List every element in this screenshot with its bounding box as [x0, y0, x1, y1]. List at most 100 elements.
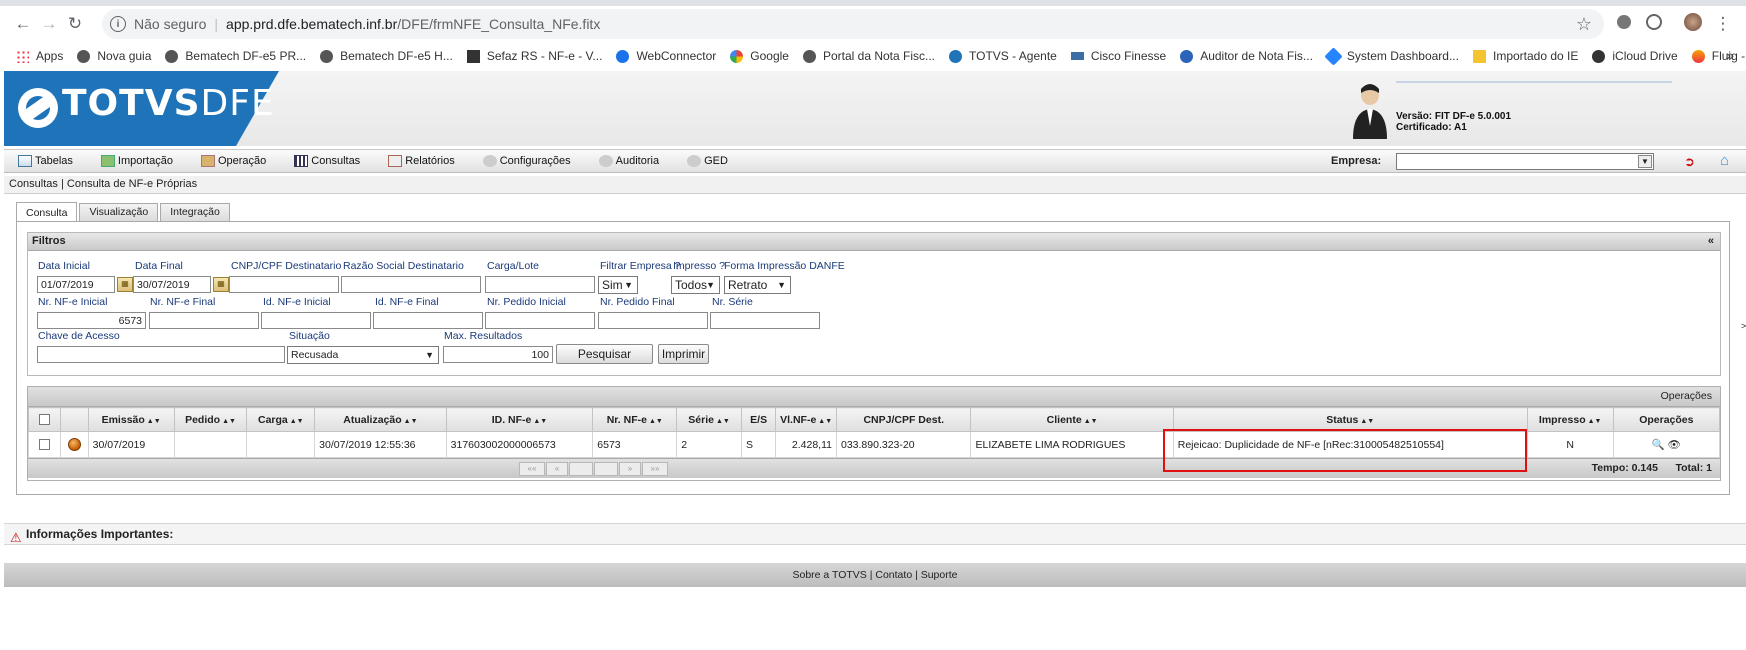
- bookmark-item[interactable]: Sefaz RS - NF-e - V...: [466, 49, 602, 63]
- column-header-atualizacao[interactable]: Atualização ▲▼: [314, 407, 447, 432]
- vivaldi-extension-icon[interactable]: [1646, 14, 1662, 30]
- sort-icon: ▲▼: [403, 417, 418, 425]
- magnifier-icon[interactable]: 🔍: [1652, 439, 1665, 451]
- menu-tabelas[interactable]: Tabelas: [18, 155, 73, 167]
- menu-auditoria[interactable]: Auditoria: [598, 155, 659, 167]
- collapse-button[interactable]: «: [1708, 233, 1714, 250]
- column-header-emissao[interactable]: Emissão ▲▼: [87, 407, 175, 432]
- nr-serie-input[interactable]: [710, 312, 820, 329]
- menu-importacao[interactable]: Importação: [100, 155, 173, 167]
- pedido-inicial-input[interactable]: [485, 312, 595, 329]
- column-header-status[interactable]: Status ▲▼: [1172, 407, 1528, 432]
- bookmark-label: iCloud Drive: [1612, 49, 1678, 63]
- situacao-select[interactable]: Recusada ▼: [287, 346, 439, 364]
- cnpj-input[interactable]: [229, 276, 339, 293]
- logout-icon[interactable]: ➲: [1684, 154, 1698, 169]
- row-checkbox[interactable]: [39, 439, 51, 451]
- filtrar-empresa-select[interactable]: Sim ▼: [598, 276, 638, 294]
- back-icon[interactable]: ←: [12, 13, 34, 35]
- column-header-serie[interactable]: Série ▲▼: [676, 407, 742, 432]
- data-inicial-input[interactable]: 01/07/2019: [37, 276, 115, 293]
- page-number-input[interactable]: [569, 462, 593, 476]
- razao-social-input[interactable]: [341, 276, 481, 293]
- bookmark-item[interactable]: Nova guia: [77, 49, 151, 63]
- footer-links[interactable]: Sobre a TOTVS | Contato | Suporte: [793, 569, 958, 581]
- chave-acesso-input[interactable]: [37, 346, 285, 363]
- chevron-down-icon[interactable]: ▼: [1638, 155, 1652, 168]
- menu-label: Importação: [117, 155, 173, 167]
- bookmark-item[interactable]: TOTVS - Agente: [949, 49, 1057, 63]
- id-final-input[interactable]: [373, 312, 483, 329]
- column-header-valor[interactable]: Vl.NF-e ▲▼: [775, 407, 837, 432]
- column-label: Atualização: [343, 413, 402, 426]
- home-icon[interactable]: ⌂: [1720, 152, 1738, 170]
- tab-integracao[interactable]: Integração: [160, 203, 230, 221]
- bookmark-apps[interactable]: Apps: [16, 49, 63, 63]
- bookmark-item[interactable]: Bematech DF-e5 H...: [320, 49, 453, 63]
- webconnector-icon: [616, 49, 630, 63]
- max-resultados-input[interactable]: 100: [443, 346, 553, 363]
- tab-consulta[interactable]: Consulta: [16, 202, 78, 222]
- status-dot-icon: [68, 438, 81, 451]
- select-all-checkbox[interactable]: [39, 414, 51, 426]
- impresso-label: Impresso ?: [673, 260, 725, 272]
- breadcrumb: Consultas | Consulta de NF-e Próprias: [4, 176, 1746, 194]
- bookmark-item[interactable]: Google: [730, 49, 789, 63]
- empresa-select[interactable]: ▼: [1396, 153, 1654, 170]
- empresa-label: Empresa:: [1331, 155, 1382, 167]
- nr-final-input[interactable]: [149, 312, 259, 329]
- address-bar[interactable]: i Não seguro | app.prd.dfe.bematech.inf.…: [102, 9, 1604, 39]
- calendar-icon[interactable]: ▦: [213, 277, 229, 292]
- bookmarks-more-button[interactable]: »: [1726, 47, 1734, 63]
- info-icon[interactable]: i: [110, 16, 126, 32]
- bookmark-item[interactable]: Auditor de Nota Fis...: [1180, 49, 1313, 63]
- prev-page-button[interactable]: «: [546, 462, 568, 476]
- bookmark-item[interactable]: iCloud Drive: [1592, 49, 1678, 63]
- id-inicial-input[interactable]: [261, 312, 371, 329]
- column-label: Nr. NF-e: [606, 413, 647, 426]
- eye-icon[interactable]: 👁: [1668, 439, 1681, 451]
- pesquisar-button[interactable]: Pesquisar: [556, 344, 653, 364]
- first-page-button[interactable]: ««: [519, 462, 545, 476]
- carga-lote-input[interactable]: [485, 276, 595, 293]
- impresso-select[interactable]: Todos ▼: [671, 276, 720, 294]
- menu-relatorios[interactable]: Relatórios: [388, 155, 455, 167]
- data-final-input[interactable]: 30/07/2019: [133, 276, 211, 293]
- column-header-impresso[interactable]: Impresso ▲▼: [1526, 407, 1614, 432]
- profile-avatar[interactable]: [1684, 13, 1702, 31]
- menu-ged[interactable]: GED: [687, 155, 728, 167]
- menu-configuracoes[interactable]: Configurações: [482, 155, 571, 167]
- column-header-nr-nfe[interactable]: Nr. NF-e ▲▼: [592, 407, 678, 432]
- bookmark-item[interactable]: Bematech DF-e5 PR...: [165, 49, 306, 63]
- column-header-cliente[interactable]: Cliente ▲▼: [970, 407, 1174, 432]
- menu-consultas[interactable]: Consultas: [294, 155, 360, 167]
- max-resultados-label: Max. Resultados: [444, 330, 523, 342]
- pedido-final-input[interactable]: [598, 312, 708, 329]
- forma-impressao-select[interactable]: Retrato ▼: [724, 276, 791, 294]
- last-page-button[interactable]: »»: [642, 462, 668, 476]
- important-info-bar: ⚠ Informações Importantes:: [4, 523, 1746, 545]
- extension-icon[interactable]: [1617, 15, 1631, 29]
- forward-icon[interactable]: →: [38, 13, 60, 35]
- row-status-cell: [60, 431, 89, 458]
- reload-icon[interactable]: ↻: [64, 13, 86, 35]
- menu-operacao[interactable]: Operação: [200, 155, 266, 167]
- next-page-button[interactable]: »: [619, 462, 641, 476]
- imprimir-button[interactable]: Imprimir: [658, 344, 709, 364]
- column-header-id-nfe[interactable]: ID. NF-e ▲▼: [445, 407, 594, 432]
- column-header-pedido[interactable]: Pedido ▲▼: [173, 407, 248, 432]
- bookmark-item[interactable]: Fluig - Home: [1691, 49, 1746, 63]
- bookmark-star-icon[interactable]: ☆: [1576, 14, 1592, 35]
- bookmark-item[interactable]: WebConnector: [616, 49, 716, 63]
- tab-visualizacao[interactable]: Visualização: [79, 203, 159, 221]
- bookmark-item[interactable]: Importado do IE: [1472, 49, 1578, 63]
- column-header-carga[interactable]: Carga ▲▼: [246, 407, 316, 432]
- bookmark-item[interactable]: Portal da Nota Fisc...: [802, 49, 935, 63]
- report-icon: [388, 155, 403, 167]
- bookmark-item[interactable]: Cisco Finesse: [1070, 49, 1166, 63]
- bookmark-item[interactable]: System Dashboard...: [1324, 46, 1459, 66]
- menu-kebab-icon[interactable]: ⋮: [1712, 13, 1734, 35]
- sort-icon: ▲▼: [1587, 417, 1602, 425]
- nr-inicial-input[interactable]: 6573: [37, 312, 146, 329]
- calendar-icon[interactable]: ▦: [117, 277, 133, 292]
